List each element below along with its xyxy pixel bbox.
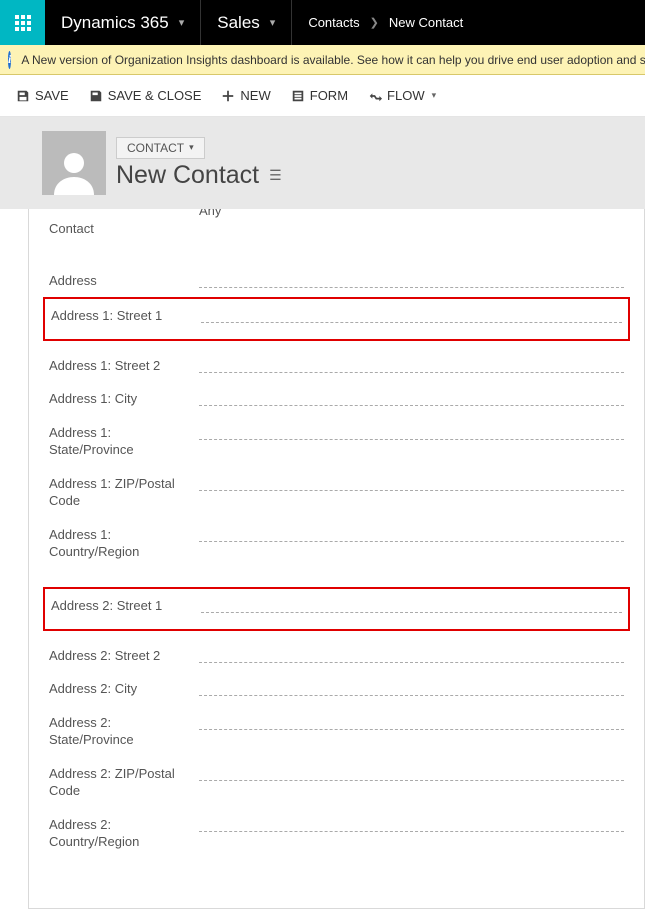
flow-button[interactable]: FLOW ▾ [366, 84, 438, 107]
save-close-button[interactable]: SAVE & CLOSE [87, 84, 204, 107]
form-field-row: Address 1: Country/Region [49, 510, 624, 561]
module-label: Sales [217, 13, 260, 33]
new-label: NEW [240, 88, 270, 103]
chevron-down-icon: ▾ [270, 16, 276, 29]
form-body: Any Contact Address Address 1: Street 1 Ad… [28, 209, 645, 909]
notification-text: A New version of Organization Insights d… [21, 53, 645, 67]
related-records-icon[interactable]: ☰ [269, 167, 282, 184]
form-label: FORM [310, 88, 348, 103]
field-label: Address 2: State/Province [49, 712, 199, 749]
chevron-right-icon: ❯ [370, 16, 379, 29]
form-field-row: Address 2: City [49, 664, 624, 698]
flow-label: FLOW [387, 88, 425, 103]
field-label: Address 1: Street 2 [49, 355, 199, 375]
form-field-row: Address 2: State/Province [49, 698, 624, 749]
chevron-down-icon: ▾ [432, 90, 437, 101]
breadcrumb-parent-link[interactable]: Contacts [308, 15, 359, 30]
record-header: CONTACT ▾ New Contact ☰ [0, 117, 645, 209]
form-field-row: Address [49, 256, 624, 290]
save-icon [16, 89, 30, 103]
record-title-row: New Contact ☰ [116, 161, 282, 190]
plus-icon [221, 89, 235, 103]
field-label: Address 1: Street 1 [51, 305, 201, 325]
form-field-row: Address 1: City [49, 374, 624, 408]
contact-field-row: Contact [49, 218, 624, 238]
waffle-icon [15, 15, 31, 31]
form-field-row: Address 2: ZIP/Postal Code [49, 749, 624, 800]
form-field-row: Address 1: ZIP/Postal Code [49, 459, 624, 510]
contact-avatar[interactable] [42, 131, 106, 195]
field-input[interactable] [199, 763, 624, 781]
field-input[interactable] [199, 270, 624, 288]
entity-type-label: CONTACT [127, 141, 184, 155]
form-button[interactable]: FORM [289, 84, 350, 107]
field-label: Address 2: ZIP/Postal Code [49, 763, 199, 800]
field-input[interactable] [199, 814, 624, 832]
form-field-row: Address 2: Street 2 [49, 631, 624, 665]
field-input[interactable] [201, 305, 622, 323]
chevron-down-icon: ▾ [179, 16, 185, 29]
field-input[interactable] [199, 388, 624, 406]
field-label: Address 1: State/Province [49, 422, 199, 459]
chevron-down-icon: ▾ [189, 142, 194, 153]
flow-icon [368, 89, 382, 103]
field-input[interactable] [199, 678, 624, 696]
field-label: Address 1: City [49, 388, 199, 408]
save-label: SAVE [35, 88, 69, 103]
app-name-label: Dynamics 365 [61, 13, 169, 33]
form-field-row: Address 2: Country/Region [49, 800, 624, 851]
form-wrapper: Any Contact Address Address 1: Street 1 Ad… [0, 209, 645, 909]
breadcrumb-current: New Contact [389, 15, 463, 30]
field-label: Address 2: Street 2 [49, 645, 199, 665]
entity-type-dropdown[interactable]: CONTACT ▾ [116, 137, 205, 159]
field-label: Address [49, 270, 199, 290]
breadcrumb: Contacts ❯ New Contact [292, 15, 479, 30]
field-label: Address 2: Country/Region [49, 814, 199, 851]
record-title: New Contact [116, 161, 259, 190]
contact-field-label: Contact [49, 218, 199, 238]
form-field-row: Address 1: Street 1 [43, 297, 630, 341]
form-icon [291, 89, 305, 103]
app-name-dropdown[interactable]: Dynamics 365 ▾ [45, 0, 201, 45]
new-button[interactable]: NEW [219, 84, 272, 107]
field-input[interactable] [199, 524, 624, 542]
form-field-row: Address 1: State/Province [49, 408, 624, 459]
field-input[interactable] [199, 473, 624, 491]
person-icon [50, 147, 98, 195]
form-field-row: Address 1: Street 2 [49, 341, 624, 375]
field-label: Address 1: ZIP/Postal Code [49, 473, 199, 510]
top-navigation-bar: Dynamics 365 ▾ Sales ▾ Contacts ❯ New Co… [0, 0, 645, 45]
field-label: Address 1: Country/Region [49, 524, 199, 561]
field-input[interactable] [199, 422, 624, 440]
field-input[interactable] [201, 595, 622, 613]
save-button[interactable]: SAVE [14, 84, 71, 107]
partial-value-any: Any [199, 209, 624, 218]
field-input[interactable] [199, 645, 624, 663]
field-input[interactable] [199, 355, 624, 373]
command-bar: SAVE SAVE & CLOSE NEW FORM FLOW ▾ [0, 75, 645, 117]
form-field-row: Address 2: Street 1 [43, 587, 630, 631]
field-input[interactable] [199, 712, 624, 730]
record-header-titles: CONTACT ▾ New Contact ☰ [116, 137, 282, 190]
notification-bar[interactable]: i A New version of Organization Insights… [0, 45, 645, 75]
field-label: Address 2: City [49, 678, 199, 698]
module-dropdown[interactable]: Sales ▾ [201, 0, 292, 45]
field-label: Address 2: Street 1 [51, 595, 201, 615]
save-close-label: SAVE & CLOSE [108, 88, 202, 103]
save-close-icon [89, 89, 103, 103]
info-icon: i [8, 51, 11, 69]
app-launcher-button[interactable] [0, 0, 45, 45]
